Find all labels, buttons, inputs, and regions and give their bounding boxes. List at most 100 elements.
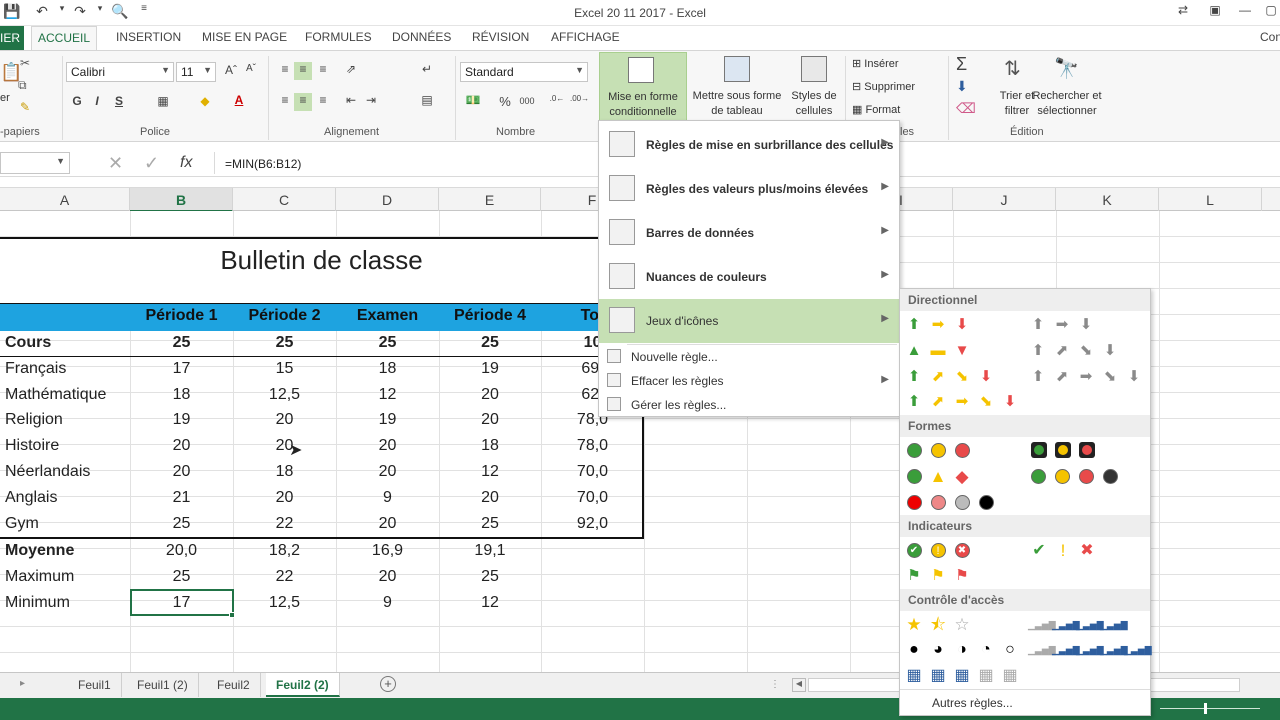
italic-button[interactable]: I: [88, 94, 106, 112]
star-half-icon[interactable]: ⯪: [928, 615, 948, 635]
conditional-formatting-button[interactable]: Mise en forme conditionnelle: [599, 52, 687, 122]
cross-mark-icon[interactable]: ✖: [952, 541, 972, 561]
signal-bars-icon[interactable]: ▁▃▅▇: [1124, 640, 1152, 660]
font-color-icon[interactable]: A: [230, 93, 248, 111]
zoom-slider[interactable]: [1160, 708, 1260, 709]
direction-arrow-icon[interactable]: ⬈: [928, 392, 948, 412]
direction-arrow-icon[interactable]: ▬: [928, 341, 948, 361]
tab-revision[interactable]: RÉVISION: [472, 30, 529, 44]
direction-arrow-icon[interactable]: ⬆: [1028, 367, 1048, 387]
direction-arrow-icon[interactable]: ⬆: [904, 367, 924, 387]
direction-arrow-icon[interactable]: ⬇: [952, 315, 972, 335]
table-cell[interactable]: 20: [336, 434, 439, 460]
table-cell[interactable]: 20: [336, 460, 439, 486]
scroll-left-icon[interactable]: ◀: [792, 678, 806, 692]
table-cell[interactable]: 25: [439, 331, 541, 357]
thousands-button[interactable]: 000: [516, 96, 538, 114]
bold-button[interactable]: G: [68, 94, 86, 112]
align-bottom-icon[interactable]: ≡: [314, 62, 332, 80]
signal-bars-icon[interactable]: ▁▃▅▇: [1100, 615, 1128, 635]
header-cell[interactable]: Période 4: [439, 304, 541, 330]
table-cell[interactable]: 70,0: [541, 460, 644, 486]
quarter-circle-icon[interactable]: ◑: [952, 640, 972, 660]
exclamation-mark-icon[interactable]: !: [928, 541, 948, 561]
menu-item-icon-sets[interactable]: Jeux d'icônes ▶: [599, 299, 899, 343]
borders-icon[interactable]: ▦: [154, 94, 172, 112]
quarter-circle-icon[interactable]: ○: [1000, 640, 1020, 660]
table-cell[interactable]: 20: [439, 408, 541, 434]
circle-shape-icon[interactable]: [955, 443, 970, 458]
sheet-title[interactable]: Bulletin de classe: [0, 237, 643, 303]
direction-arrow-icon[interactable]: ➡: [1076, 367, 1096, 387]
align-right-icon[interactable]: ≡: [314, 93, 332, 111]
stat-label[interactable]: Minimum: [0, 591, 130, 617]
direction-arrow-icon[interactable]: ⬆: [1028, 341, 1048, 361]
direction-arrow-icon[interactable]: ⬊: [952, 367, 972, 387]
circle-shape-icon[interactable]: [979, 495, 994, 510]
column-header-l[interactable]: L: [1159, 188, 1262, 212]
insert-button[interactable]: ⊞ Insérer: [852, 57, 899, 70]
table-cell[interactable]: 19: [130, 408, 233, 434]
accounting-icon[interactable]: 💵: [464, 93, 482, 111]
format-as-table-button[interactable]: Mettre sous forme de tableau: [688, 52, 786, 122]
row-label[interactable]: Histoire: [0, 434, 130, 460]
tab-fichier[interactable]: IER: [0, 26, 24, 50]
tab-donnees[interactable]: DONNÉES: [392, 30, 451, 44]
table-cell[interactable]: 17: [130, 357, 233, 383]
row-label[interactable]: Néerlandais: [0, 460, 130, 486]
tab-formules[interactable]: FORMULES: [305, 30, 372, 44]
delete-button[interactable]: ⊟ Supprimer: [852, 80, 915, 93]
ribbon-options-icon[interactable]: ▣: [1200, 3, 1230, 21]
flag-icon[interactable]: ⚑: [928, 566, 948, 586]
direction-arrow-icon[interactable]: ⬇: [1000, 392, 1020, 412]
stat-cell[interactable]: 22: [233, 565, 336, 591]
increase-indent-icon[interactable]: ⇥: [362, 93, 380, 111]
stat-cell[interactable]: 20,0: [130, 539, 233, 565]
full-screen-icon[interactable]: ⇄: [1168, 3, 1198, 21]
align-center-icon[interactable]: ≡: [294, 93, 312, 111]
stat-cell[interactable]: 25: [130, 565, 233, 591]
table-cell[interactable]: 22: [233, 512, 336, 538]
grow-font-icon[interactable]: Aˆ: [222, 63, 240, 81]
align-left-icon[interactable]: ≡: [276, 93, 294, 111]
stat-label[interactable]: Moyenne: [0, 539, 130, 565]
account-name[interactable]: Con: [1260, 30, 1280, 44]
column-header-a[interactable]: A: [0, 188, 130, 212]
menu-item-highlight-rules[interactable]: Règles de mise en surbrillance des cellu…: [599, 123, 899, 167]
menu-item-new-rule[interactable]: Nouvelle règle...: [599, 345, 899, 369]
table-cell[interactable]: 12: [336, 383, 439, 409]
font-size-combo[interactable]: 11 ▼: [176, 62, 216, 82]
merge-center-icon[interactable]: ▤: [418, 93, 436, 111]
table-cell[interactable]: 20: [130, 434, 233, 460]
stat-cell[interactable]: 9: [336, 591, 439, 617]
check-mark-icon[interactable]: ✔: [904, 541, 924, 561]
cancel-icon[interactable]: ✕: [108, 153, 123, 174]
table-cell[interactable]: 20: [233, 486, 336, 512]
underline-button[interactable]: S: [110, 94, 128, 112]
table-cell[interactable]: 12,5: [233, 383, 336, 409]
sheet-tab-feuil2[interactable]: Feuil2: [207, 673, 261, 697]
table-cell[interactable]: 20: [336, 512, 439, 538]
table-cell[interactable]: 21: [130, 486, 233, 512]
enter-icon[interactable]: ✓: [144, 153, 159, 174]
row-label[interactable]: Anglais: [0, 486, 130, 512]
font-name-combo[interactable]: Calibri ▼: [66, 62, 174, 82]
tab-insertion[interactable]: INSERTION: [116, 30, 181, 44]
circle-shape-icon[interactable]: [955, 495, 970, 510]
menu-item-clear-rules[interactable]: Effacer les règles ▶: [599, 369, 899, 393]
table-cell[interactable]: 9: [336, 486, 439, 512]
column-header-j[interactable]: J: [953, 188, 1056, 212]
circle-shape-icon[interactable]: [931, 443, 946, 458]
add-sheet-icon[interactable]: +: [380, 676, 396, 692]
box-grid-icon[interactable]: ▦: [976, 666, 996, 686]
circle-shape-icon[interactable]: [931, 495, 946, 510]
direction-arrow-icon[interactable]: ⬊: [976, 392, 996, 412]
align-top-icon[interactable]: ≡: [276, 62, 294, 80]
menu-item-data-bars[interactable]: Barres de données ▶: [599, 211, 899, 255]
signal-bars-icon[interactable]: ▁▃▅▇: [1100, 640, 1128, 660]
table-cell[interactable]: 25: [130, 512, 233, 538]
table-cell[interactable]: 20: [439, 383, 541, 409]
diamond-shape-icon[interactable]: ◆: [952, 467, 972, 487]
decrease-decimal-icon[interactable]: .00→: [570, 94, 589, 112]
find-select-button[interactable]: 🔭 Rechercher et sélectionner: [1028, 52, 1106, 122]
